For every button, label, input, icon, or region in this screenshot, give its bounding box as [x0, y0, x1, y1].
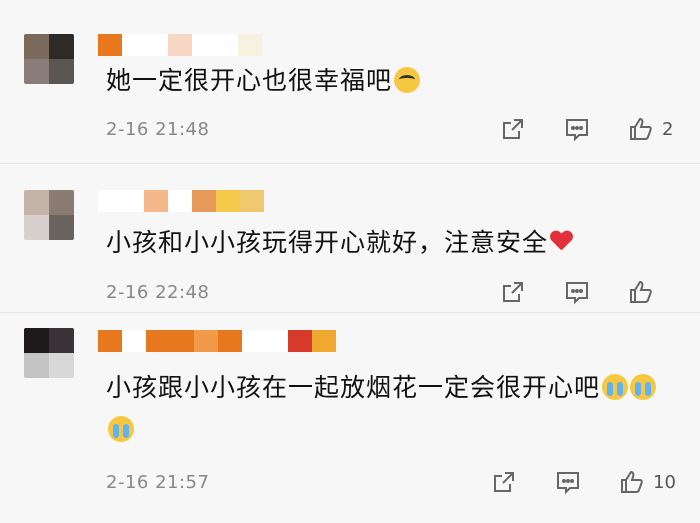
share-button[interactable]: [500, 279, 526, 305]
avatar[interactable]: [24, 328, 74, 378]
avatar-pixel: [24, 353, 49, 378]
avatar-pixel: [24, 328, 49, 353]
divider: [0, 312, 700, 313]
like-button[interactable]: [628, 279, 676, 305]
avatar-pixel: [24, 59, 49, 84]
comment-text: 小孩跟小小孩在一起放烟花一定会很开心吧: [106, 367, 676, 451]
timestamp: 2-16 21:57: [106, 471, 210, 493]
comment-actions: 10: [491, 469, 676, 495]
comment-text: 她一定很开心也很幸福吧: [106, 60, 676, 102]
comment-actions: [500, 279, 676, 305]
like-button[interactable]: 10: [619, 469, 676, 495]
comment-meta: 2-16 22:48: [106, 277, 676, 307]
share-icon: [503, 282, 523, 302]
username-blurred[interactable]: [98, 330, 336, 352]
timestamp: 2-16 21:48: [106, 118, 210, 140]
avatar-pixel: [24, 34, 49, 59]
comment-icon: [566, 119, 588, 142]
comment-actions: 2: [500, 116, 676, 142]
comment-meta: 2-16 21:57 10: [106, 467, 676, 497]
avatar-pixel: [49, 215, 74, 240]
share-icon: [503, 119, 523, 139]
thumbs-up-icon: [630, 280, 652, 303]
comment-button[interactable]: [555, 469, 581, 495]
avatar-pixel: [49, 59, 74, 84]
avatar-pixel: [49, 353, 74, 378]
loudly-crying-face-emoji: [602, 374, 629, 400]
comment-button[interactable]: [564, 279, 590, 305]
like-count: 10: [653, 471, 676, 493]
share-icon: [494, 472, 515, 492]
avatar-pixel: [49, 34, 74, 59]
comment-icon: [557, 472, 580, 495]
share-button[interactable]: [491, 469, 517, 495]
divider: [0, 163, 700, 164]
comment-button[interactable]: [564, 116, 590, 142]
like-button[interactable]: 2: [628, 116, 676, 142]
like-count: 2: [662, 118, 674, 140]
loudly-crying-face-emoji: [630, 374, 657, 400]
username-blurred[interactable]: [98, 34, 262, 56]
red-heart-emoji: [550, 231, 572, 253]
username-blurred[interactable]: [98, 190, 264, 212]
loudly-crying-face-emoji: [108, 416, 134, 442]
avatar[interactable]: [24, 190, 74, 240]
avatar-pixel: [49, 190, 74, 215]
thumbs-up-icon: [621, 470, 643, 493]
avatar[interactable]: [24, 34, 74, 84]
avatar-pixel: [24, 215, 49, 240]
pleading-face-emoji: [394, 67, 421, 93]
comment-text: 小孩和小小孩玩得开心就好，注意安全: [106, 222, 676, 264]
timestamp: 2-16 22:48: [106, 281, 210, 303]
avatar-pixel: [49, 328, 74, 353]
thumbs-up-icon: [630, 117, 652, 140]
comment-meta: 2-16 21:48 2: [106, 114, 676, 144]
avatar-pixel: [24, 190, 49, 215]
share-button[interactable]: [500, 116, 526, 142]
comment-icon: [566, 282, 588, 305]
